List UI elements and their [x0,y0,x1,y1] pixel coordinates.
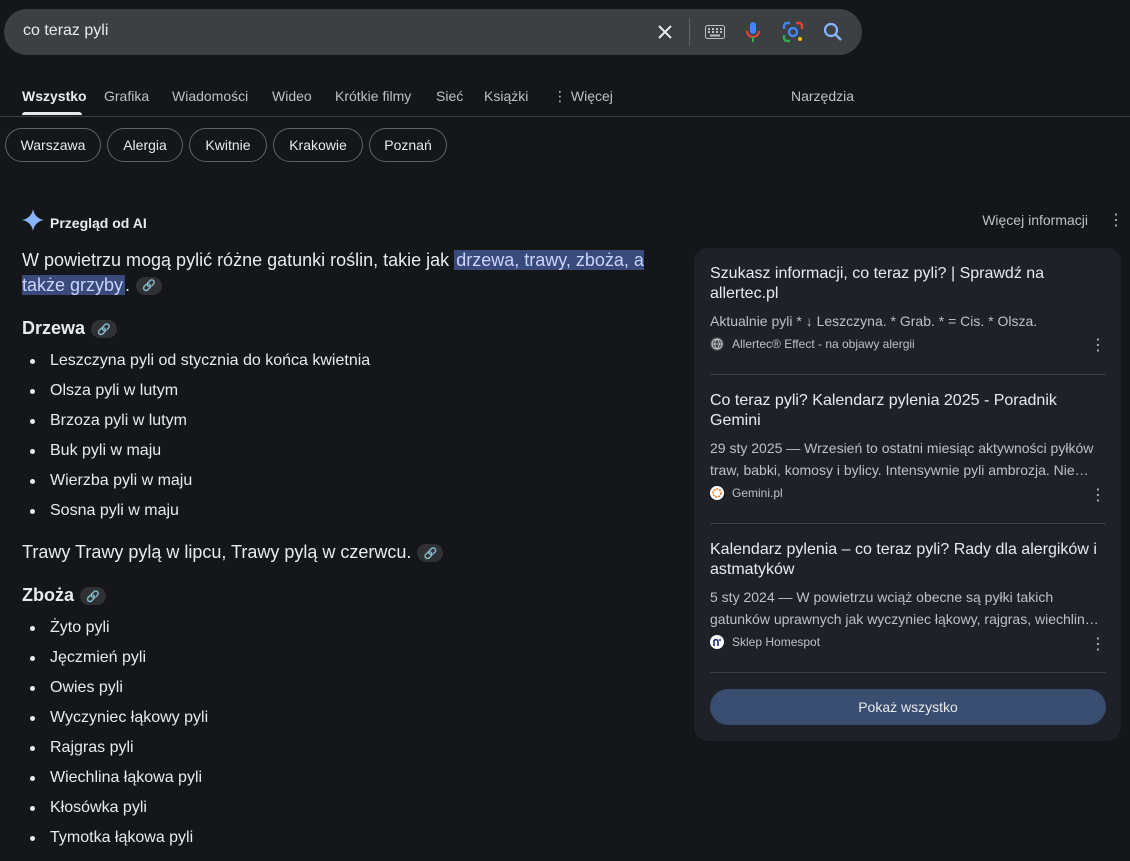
tab-all[interactable]: Wszystko [22,88,87,104]
tabs-divider [0,116,1130,117]
list-item: Brzoza pyli w lutym [22,406,662,436]
tab-more-label: Więcej [570,88,613,104]
list-item: Jęczmień pyli [22,643,662,673]
source-title[interactable]: Szukasz informacji, co teraz pyli? | Spr… [710,264,1106,304]
more-info-link[interactable]: Więcej informacji [982,212,1088,228]
keyboard-icon[interactable] [703,20,727,44]
source-menu-icon[interactable]: ⋮ [1090,637,1106,653]
cereals-heading: Zboża 🔗 [22,585,662,606]
chip-kwitnie[interactable]: Kwitnie [189,128,267,162]
chip-warszawa[interactable]: Warszawa [5,128,101,162]
search-divider [689,18,690,46]
link-icon[interactable]: 🔗 [80,587,106,606]
list-item: Tymotka łąkowa pyli [22,823,662,853]
ai-menu-icon[interactable]: ⋮ [1108,213,1124,229]
link-icon[interactable]: 🔗 [91,320,118,339]
list-item: Żyto pyli [22,613,662,643]
intro-text: W powietrzu mogą pylić różne gatunki roś… [22,250,455,270]
list-item: Wierzba pyli w maju [22,466,662,496]
source-title[interactable]: Kalendarz pylenia – co teraz pyli? Rady … [710,540,1106,580]
grasses-text: Trawy Trawy pylą w lipcu, Trawy pylą w c… [22,542,412,562]
microphone-icon[interactable] [741,20,765,44]
list-item: Kłosówka pyli [22,793,662,823]
sources-panel: Szukasz informacji, co teraz pyli? | Spr… [694,248,1121,741]
cereals-heading-text: Zboża [22,585,74,605]
tab-tools[interactable]: Narzędzia [791,88,854,104]
more-vert-icon: ⋮ [553,88,567,104]
trees-heading-text: Drzewa [22,318,86,338]
link-icon[interactable]: 🔗 [136,277,163,296]
source-snippet: 5 sty 2024 — W powietrzu wciąż obecne są… [710,589,1099,627]
tab-more[interactable]: ⋮ Więcej [553,88,613,105]
ai-overview-title: Przegląd od AI [50,214,147,231]
source-menu-icon[interactable]: ⋮ [1090,488,1106,504]
list-item: Leszczyna pyli od stycznia do końca kwie… [22,346,662,376]
globe-icon [710,337,724,351]
source-site-name: Allertec® Effect - na objawy alergii [732,337,915,351]
divider [710,672,1106,673]
search-bar[interactable]: co teraz pyli [4,9,862,55]
source-site-name: Sklep Homespot [732,635,821,649]
source-title[interactable]: Co teraz pyli? Kalendarz pylenia 2025 - … [710,391,1106,431]
source-card[interactable]: Co teraz pyli? Kalendarz pylenia 2025 - … [710,391,1106,500]
list-item: Buk pyli w maju [22,436,662,466]
list-item: Rajgras pyli [22,733,662,763]
lens-icon[interactable] [781,20,805,44]
chip-krakowie[interactable]: Krakowie [273,128,363,162]
active-tab-indicator [22,112,82,115]
source-menu-icon[interactable]: ⋮ [1090,338,1106,354]
link-icon[interactable]: 🔗 [417,544,444,563]
list-item: Wyczyniec łąkowy pyli [22,703,662,733]
list-item: Owies pyli [22,673,662,703]
list-item: Sosna pyli w maju [22,496,662,526]
chip-alergia[interactable]: Alergia [107,128,183,162]
search-input[interactable]: co teraz pyli [23,22,108,40]
tab-video[interactable]: Wideo [272,88,312,104]
tab-books[interactable]: Książki [484,88,528,104]
ai-overview-content: W powietrzu mogą pylić różne gatunki roś… [22,248,662,853]
tab-images[interactable]: Grafika [104,88,149,104]
source-site: Gemini.pl [710,486,1106,500]
source-snippet: Aktualnie pyli * ↓ Leszczyna. * Grab. * … [710,313,1038,329]
source-card[interactable]: Kalendarz pylenia – co teraz pyli? Rady … [710,540,1106,649]
ai-overview-header: Przegląd od AI [22,209,147,236]
ai-intro: W powietrzu mogą pylić różne gatunki roś… [22,248,662,298]
source-site: Allertec® Effect - na objawy alergii [710,337,1106,351]
source-snippet: 29 sty 2025 — Wrzesień to ostatni miesią… [710,440,1094,478]
source-site-name: Gemini.pl [732,486,783,500]
tab-short-videos[interactable]: Krótkie filmy [335,88,411,104]
tab-news[interactable]: Wiadomości [172,88,248,104]
source-site: Sklep Homespot [710,635,1106,649]
trees-heading: Drzewa 🔗 [22,318,662,339]
trees-list: Leszczyna pyli od stycznia do końca kwie… [22,346,662,526]
intro-end: . [125,275,131,295]
tab-web[interactable]: Sieć [436,88,463,104]
gemini-icon [710,486,724,500]
list-item: Wiechlina łąkowa pyli [22,763,662,793]
cereals-list: Żyto pyli Jęczmień pyli Owies pyli Wyczy… [22,613,662,853]
clear-icon[interactable] [653,20,677,44]
search-tabs: Wszystko Grafika Wiadomości Wideo Krótki… [0,86,1130,116]
list-item: Olsza pyli w lutym [22,376,662,406]
show-all-button[interactable]: Pokaż wszystko [710,689,1106,725]
grasses-paragraph: Trawy Trawy pylą w lipcu, Trawy pylą w c… [22,542,662,563]
chip-poznan[interactable]: Poznań [369,128,447,162]
homespot-icon [710,635,724,649]
search-icon[interactable] [821,20,845,44]
ai-sparkle-icon [22,209,44,236]
divider [710,374,1106,375]
divider [710,523,1106,524]
source-card[interactable]: Szukasz informacji, co teraz pyli? | Spr… [710,264,1106,351]
